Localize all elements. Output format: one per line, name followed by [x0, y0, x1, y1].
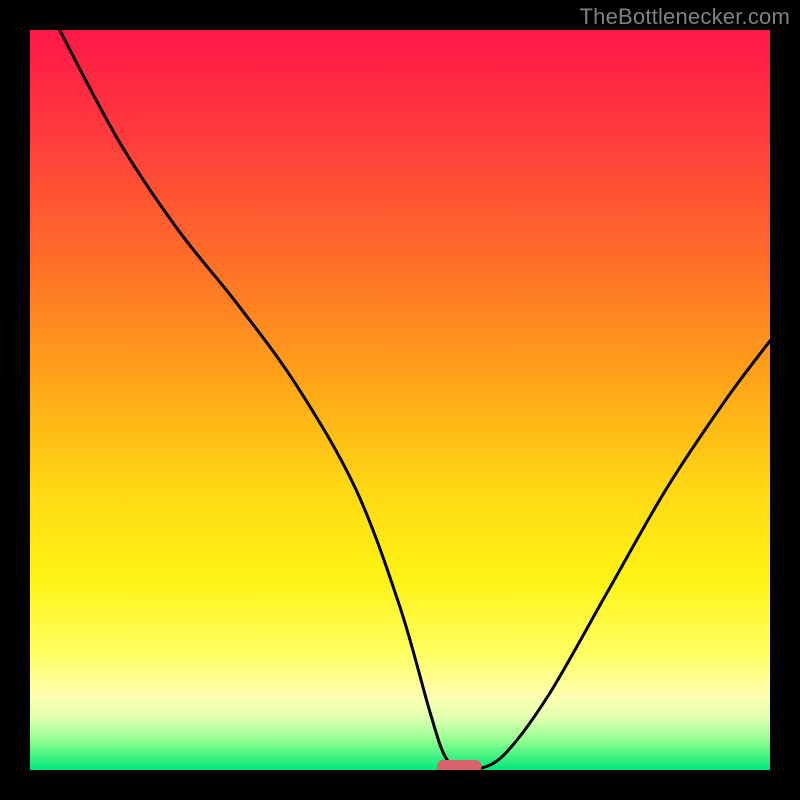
- optimal-marker: [437, 760, 481, 770]
- plot-area: [30, 30, 770, 770]
- watermark-text: TheBottlenecker.com: [580, 4, 790, 30]
- bottleneck-curve-path: [60, 30, 770, 770]
- curve-svg: [30, 30, 770, 770]
- chart-frame: TheBottlenecker.com: [0, 0, 800, 800]
